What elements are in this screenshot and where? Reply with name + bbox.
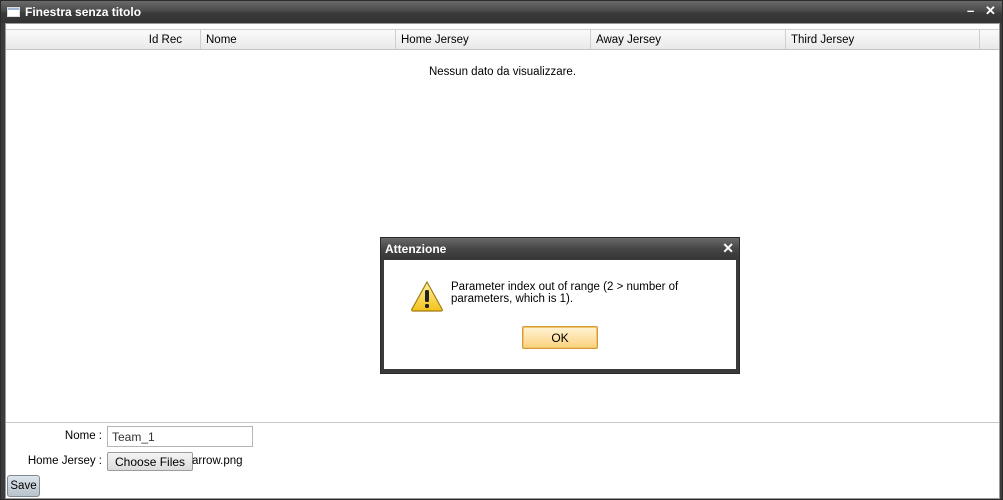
minimize-button[interactable]: – xyxy=(967,4,974,18)
dialog-title: Attenzione xyxy=(385,242,447,256)
dialog-body: Parameter index out of range (2 > number… xyxy=(384,260,736,369)
main-window: Finestra senza titolo – ✕ Id Rec Nome Ho… xyxy=(0,0,1003,500)
dialog-message: Parameter index out of range (2 > number… xyxy=(451,281,679,305)
nome-input[interactable] xyxy=(107,426,253,447)
column-header-third-jersey[interactable]: Third Jersey xyxy=(786,30,980,49)
window-title: Finestra senza titolo xyxy=(25,5,142,19)
save-button[interactable]: Save xyxy=(7,475,40,497)
column-header-nome[interactable]: Nome xyxy=(201,30,396,49)
window-icon xyxy=(7,7,20,17)
column-header-id-rec[interactable]: Id Rec xyxy=(6,30,201,49)
edit-form: Nome : Home Jersey : Choose Files arrow.… xyxy=(6,422,999,498)
selected-file-name: arrow.png xyxy=(192,455,243,467)
column-header-home-jersey[interactable]: Home Jersey xyxy=(396,30,591,49)
close-button[interactable]: ✕ xyxy=(985,4,996,18)
warning-dialog: Attenzione ✕ Parameter index out of rang… xyxy=(380,237,740,374)
grid-scroll-header xyxy=(980,30,999,49)
window-titlebar: Finestra senza titolo – ✕ xyxy=(1,1,1002,23)
nome-label: Nome : xyxy=(64,430,102,442)
home-jersey-label: Home Jersey : xyxy=(27,455,102,467)
grid-empty-message: Nessun dato da visualizzare. xyxy=(428,66,577,78)
grid-header: Id Rec Nome Home Jersey Away Jersey Thir… xyxy=(6,29,999,50)
dialog-titlebar: Attenzione ✕ xyxy=(381,238,739,259)
choose-files-button[interactable]: Choose Files xyxy=(107,452,194,471)
dialog-close-button[interactable]: ✕ xyxy=(722,240,734,257)
ok-button[interactable]: OK xyxy=(522,326,598,349)
warning-icon xyxy=(411,280,443,312)
column-header-away-jersey[interactable]: Away Jersey xyxy=(591,30,786,49)
